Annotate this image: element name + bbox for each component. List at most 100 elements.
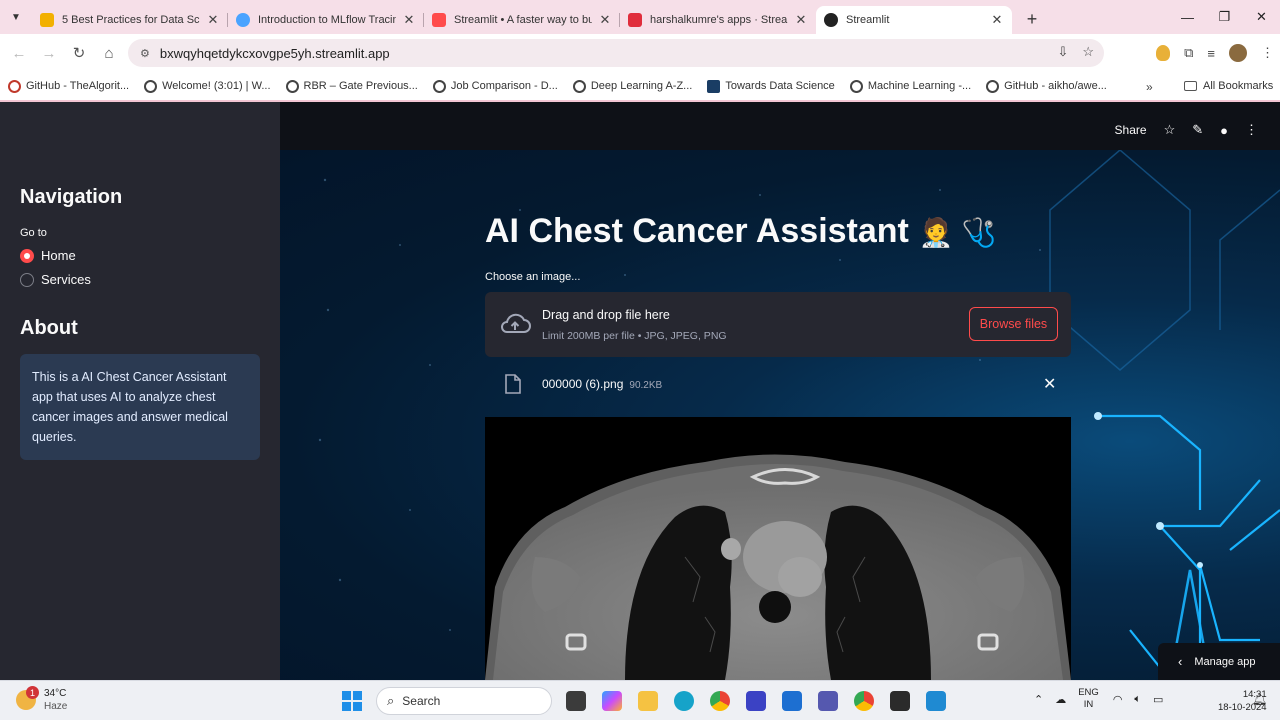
reload-icon[interactable]: ↻ [64, 44, 94, 62]
bookmark-label: Job Comparison - D... [450, 80, 558, 92]
globe-icon [572, 79, 586, 93]
powerapps-icon[interactable] [738, 687, 774, 715]
file-explorer-icon[interactable] [630, 687, 666, 715]
folder-icon [1184, 81, 1197, 91]
file-uploader-label: Choose an image... [485, 271, 581, 283]
search-placeholder: Search [402, 694, 441, 708]
bookmark-label: Deep Learning A-Z... [590, 80, 693, 92]
remove-file-icon[interactable]: ✕ [1043, 374, 1056, 394]
edge-browser-icon[interactable] [666, 687, 702, 715]
bookmark-item[interactable]: GitHub - TheAlgorit... [8, 79, 129, 93]
bookmark-item[interactable]: Deep Learning A-Z... [572, 79, 693, 93]
navigation-heading: Navigation [20, 186, 123, 208]
bookmark-label: RBR – Gate Previous... [303, 80, 418, 92]
cloud-upload-icon [501, 313, 531, 333]
taskbar-search-box[interactable]: ⌕ Search [376, 687, 552, 715]
extensions-puzzle-icon[interactable]: ⧉ [1184, 45, 1193, 61]
dropzone-limit-text: Limit 200MB per file • JPG, JPEG, PNG [542, 330, 727, 342]
all-bookmarks-button[interactable]: All Bookmarks [1184, 80, 1273, 92]
tab-close-icon[interactable]: ✕ [598, 12, 612, 28]
system-tray: ⌃ ☁ ENG IN ◠ 🔈︎ ▭ [1034, 687, 1175, 711]
weather-condition-text: Haze [44, 701, 68, 712]
radio-selected-icon[interactable] [20, 248, 34, 263]
github-icon[interactable]: ● [1220, 123, 1228, 138]
tab-close-icon[interactable]: ✕ [794, 12, 808, 28]
bookmark-item[interactable]: GitHub - aikho/awe... [986, 79, 1107, 93]
tab-label: Streamlit • A faster way to build [454, 14, 592, 26]
file-name-text: 000000 (6).png [542, 377, 624, 391]
restore-icon[interactable]: ❐ [1206, 0, 1243, 34]
ct-scan-graphic [485, 454, 1071, 680]
globe-icon [849, 79, 863, 93]
bookmark-item[interactable]: RBR – Gate Previous... [285, 79, 418, 93]
tab-label: harshalkumre's apps · Streamlit [650, 14, 788, 26]
weather-widget[interactable]: 1 34°C Haze [16, 686, 68, 713]
tab-close-icon[interactable]: ✕ [206, 12, 220, 28]
volume-icon[interactable]: 🔈︎ [1134, 693, 1141, 706]
onedrive-cloud-icon[interactable]: ☁ [1055, 693, 1066, 706]
tds-favicon-icon [707, 79, 721, 93]
bookmark-star-icon[interactable]: ☆ [1082, 44, 1094, 60]
browser-tab[interactable]: harshalkumre's apps · Streamlit ✕ [620, 6, 816, 34]
vscode-icon[interactable] [918, 687, 954, 715]
url-omnibox[interactable]: ⚙ bxwqyhqetdykcxovgpe5yh.streamlit.app ⇩… [128, 39, 1104, 67]
task-view-icon[interactable] [558, 687, 594, 715]
site-info-icon[interactable]: ⚙ [140, 47, 150, 60]
terminal-icon[interactable] [882, 687, 918, 715]
bookmark-label: GitHub - aikho/awe... [1004, 80, 1107, 92]
radio-unselected-icon[interactable] [20, 272, 34, 287]
chrome-profile-icon[interactable] [846, 687, 882, 715]
close-window-icon[interactable]: ✕ [1243, 0, 1280, 34]
start-windows-icon[interactable] [334, 687, 370, 715]
uploaded-file-name: 000000 (6).png 90.2KB [542, 377, 662, 391]
new-tab-plus-icon[interactable]: + [1018, 9, 1046, 30]
media-control-icon[interactable]: ≡ [1207, 46, 1215, 61]
dropzone-instructions: Drag and drop file here [542, 308, 670, 322]
uploaded-ct-scan-image [485, 417, 1071, 680]
bookmark-item[interactable]: Job Comparison - D... [432, 79, 558, 93]
tab-close-icon[interactable]: ✕ [990, 12, 1004, 28]
bookmark-item[interactable]: Welcome! (3:01) | W... [144, 79, 271, 93]
taskbar-apps: ⌕ Search [334, 687, 954, 715]
star-icon[interactable]: ☆ [1164, 122, 1176, 138]
tray-expand-chevron-icon[interactable]: ⌃ [1034, 693, 1043, 706]
tab-close-icon[interactable]: ✕ [402, 12, 416, 28]
language-indicator[interactable]: ENG IN [1078, 687, 1099, 711]
extension-icon[interactable] [1156, 45, 1171, 61]
browser-tab[interactable]: 5 Best Practices for Data Scienc ✕ [32, 6, 228, 34]
back-arrow-icon[interactable]: ← [4, 45, 34, 62]
file-dropzone[interactable]: Drag and drop file here Limit 200MB per … [485, 292, 1071, 357]
forward-arrow-icon[interactable]: → [34, 45, 64, 62]
bookmark-label: Towards Data Science [725, 80, 835, 92]
radio-option-services[interactable]: Services [20, 272, 260, 287]
chrome-icon[interactable] [702, 687, 738, 715]
copilot-icon[interactable] [594, 687, 630, 715]
main-menu-icon[interactable]: ⋮ [1245, 122, 1258, 138]
tab-search-chevron-icon[interactable]: ▼ [0, 0, 32, 34]
home-icon[interactable]: ⌂ [94, 45, 124, 62]
more-bookmarks-chevron-icon[interactable]: » [1146, 80, 1153, 94]
notifications-bell-icon[interactable]: 🔔︎ [1252, 692, 1267, 706]
edit-pencil-icon[interactable]: ✎ [1192, 122, 1203, 138]
browser-tab-bar: ▼ 5 Best Practices for Data Scienc ✕ Int… [0, 0, 1280, 34]
bookmark-item[interactable]: Machine Learning -... [849, 79, 971, 93]
browser-tab-active[interactable]: Streamlit ✕ [816, 6, 1012, 34]
share-button[interactable]: Share [1115, 123, 1147, 137]
install-app-icon[interactable]: ⇩ [1057, 44, 1068, 60]
temperature-text: 34°C [44, 688, 67, 699]
teams-icon[interactable] [810, 687, 846, 715]
tab-favicon-icon [432, 13, 446, 27]
battery-icon[interactable]: ▭ [1153, 693, 1163, 706]
radio-option-home[interactable]: Home [20, 248, 260, 263]
wifi-icon[interactable]: ◠ [1113, 693, 1123, 706]
manage-app-button[interactable]: ‹ Manage app [1158, 643, 1280, 680]
profile-avatar[interactable] [1229, 44, 1247, 62]
browser-tab[interactable]: Streamlit • A faster way to build ✕ [424, 6, 620, 34]
minimize-icon[interactable]: — [1169, 0, 1206, 34]
store-icon[interactable] [774, 687, 810, 715]
browse-files-button[interactable]: Browse files [969, 307, 1058, 341]
browser-menu-icon[interactable]: ⋮ [1261, 45, 1274, 61]
bookmark-item[interactable]: Towards Data Science [707, 79, 835, 93]
browser-tab[interactable]: Introduction to MLflow Tracing ✕ [228, 6, 424, 34]
tab-favicon-icon [236, 13, 250, 27]
